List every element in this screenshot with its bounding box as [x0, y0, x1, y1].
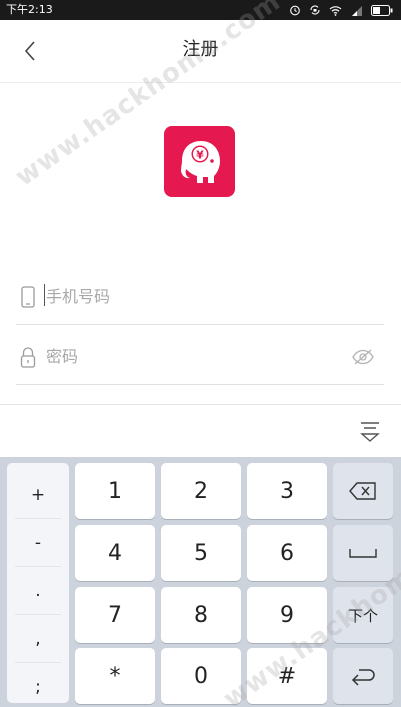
phone-divider — [16, 324, 384, 325]
key-6[interactable]: 6 — [247, 525, 327, 581]
backspace-key[interactable] — [333, 463, 393, 519]
enter-icon — [351, 669, 375, 686]
rotation-lock-icon — [310, 5, 320, 15]
symbol-column: + - . , ; — [7, 463, 69, 703]
status-bar: 下午2:13 — [0, 0, 401, 20]
key-hash[interactable]: # — [247, 648, 327, 704]
key-4[interactable]: 4 — [75, 525, 155, 581]
key-5[interactable]: 5 — [161, 525, 241, 581]
phone-field-row — [16, 267, 384, 325]
password-visibility-toggle[interactable] — [350, 345, 376, 369]
app-logo: ¥ — [164, 126, 235, 197]
battery-icon — [371, 4, 393, 16]
key-star[interactable]: * — [75, 648, 155, 704]
password-field-row — [16, 327, 384, 385]
symbol-key[interactable]: ; — [7, 663, 69, 707]
svg-text:¥: ¥ — [196, 148, 204, 161]
keyboard-collapse-icon — [360, 422, 380, 442]
key-3[interactable]: 3 — [247, 463, 327, 519]
signal-icon — [352, 5, 362, 16]
text-cursor — [44, 284, 45, 306]
header-divider — [0, 82, 401, 83]
symbol-key[interactable]: , — [7, 615, 69, 663]
numeric-keyboard: + - . , ; 1 2 3 4 5 6 7 8 9 * 0 # 下个 — [0, 457, 401, 707]
key-1[interactable]: 1 — [75, 463, 155, 519]
next-key[interactable]: 下个 — [333, 587, 393, 643]
symbol-key[interactable]: . — [7, 567, 69, 615]
password-input[interactable] — [46, 341, 336, 371]
key-8[interactable]: 8 — [161, 587, 241, 643]
phone-icon — [18, 285, 38, 309]
elephant-logo-icon: ¥ — [180, 140, 220, 183]
key-9[interactable]: 9 — [247, 587, 327, 643]
phone-input[interactable] — [46, 281, 336, 311]
symbol-key[interactable]: + — [7, 471, 69, 519]
enter-key[interactable] — [333, 648, 393, 704]
keyboard-top-divider — [0, 404, 401, 405]
status-time: 下午2:13 — [6, 3, 53, 16]
status-icons — [289, 4, 393, 16]
key-0[interactable]: 0 — [161, 648, 241, 704]
eye-hidden-icon — [352, 349, 374, 365]
alarm-icon — [290, 5, 300, 16]
password-divider — [16, 384, 384, 385]
space-key[interactable] — [333, 525, 393, 581]
space-icon — [349, 549, 377, 558]
symbol-key[interactable]: - — [7, 519, 69, 567]
page-title: 注册 — [182, 39, 219, 60]
lock-icon — [18, 345, 38, 369]
key-7[interactable]: 7 — [75, 587, 155, 643]
key-2[interactable]: 2 — [161, 463, 241, 519]
backspace-icon — [349, 482, 376, 500]
keyboard-collapse-button[interactable] — [357, 418, 383, 446]
wifi-icon — [329, 5, 342, 16]
header: 注册 — [0, 20, 401, 82]
